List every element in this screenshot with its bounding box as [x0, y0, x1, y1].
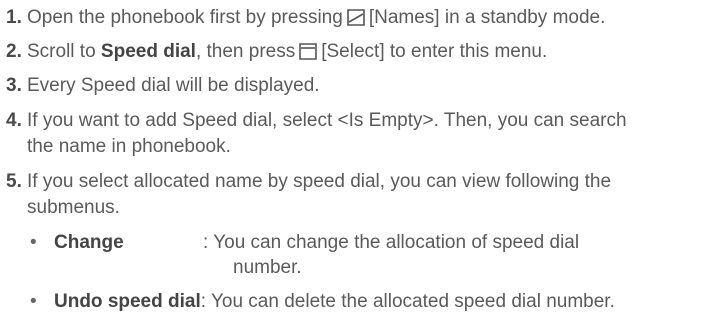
step-5-continuation: submenus. — [27, 195, 120, 221]
step-text: , then press — [195, 41, 296, 62]
bullet: • — [30, 232, 37, 253]
step-4-continuation: the name in phonebook. — [27, 134, 231, 160]
step-text: If you want to add Speed dial, select <I… — [27, 110, 627, 131]
step-number: 5. — [6, 171, 22, 192]
submenu-item-change: • Change : You can change the allocation o… — [30, 230, 579, 256]
bullet: • — [30, 291, 37, 312]
left-softkey-icon — [346, 8, 366, 35]
submenu-description: number. — [233, 257, 302, 278]
step-number: 4. — [6, 110, 22, 131]
step-text: to enter this menu. — [389, 41, 548, 62]
step-text: Every Speed dial will be displayed. — [27, 75, 320, 96]
step-3: 3. Every Speed dial will be displayed. — [6, 73, 706, 99]
step-text: in a standby mode. — [444, 7, 606, 28]
submenu-term: Undo speed dial — [54, 291, 201, 312]
submenu-description: : You can delete the allocated speed dia… — [200, 291, 615, 312]
step-text: the name in phonebook. — [27, 136, 231, 157]
menu-name: Speed dial — [100, 41, 196, 62]
submenu-description: : You can change the allocation of speed… — [203, 232, 580, 253]
submenu-change-continuation: number. — [233, 255, 302, 281]
submenu-item-undo-speed-dial: • Undo speed dial: You can delete the all… — [30, 289, 615, 315]
step-5: 5. If you select allocated name by speed … — [6, 169, 706, 195]
step-number: 3. — [6, 75, 22, 96]
step-text: submenus. — [27, 197, 120, 218]
step-1: 1. Open the phonebook first by pressing [N… — [6, 5, 706, 35]
step-number: 1. — [6, 7, 22, 28]
step-text: Open the phonebook first by pressing — [27, 7, 343, 28]
right-softkey-icon — [298, 42, 318, 69]
key-label: [Names] — [368, 7, 440, 28]
step-text: Scroll to — [27, 41, 96, 62]
step-4: 4. If you want to add Speed dial, select … — [6, 108, 706, 134]
step-2: 2. Scroll to Speed dial, then press [Selec… — [6, 39, 706, 69]
submenu-term: Change — [54, 232, 124, 253]
step-number: 2. — [6, 41, 22, 62]
step-text: If you select allocated name by speed di… — [27, 171, 612, 192]
key-label: [Select] — [321, 41, 385, 62]
instruction-page: 1. Open the phonebook first by pressing [N… — [0, 0, 713, 318]
